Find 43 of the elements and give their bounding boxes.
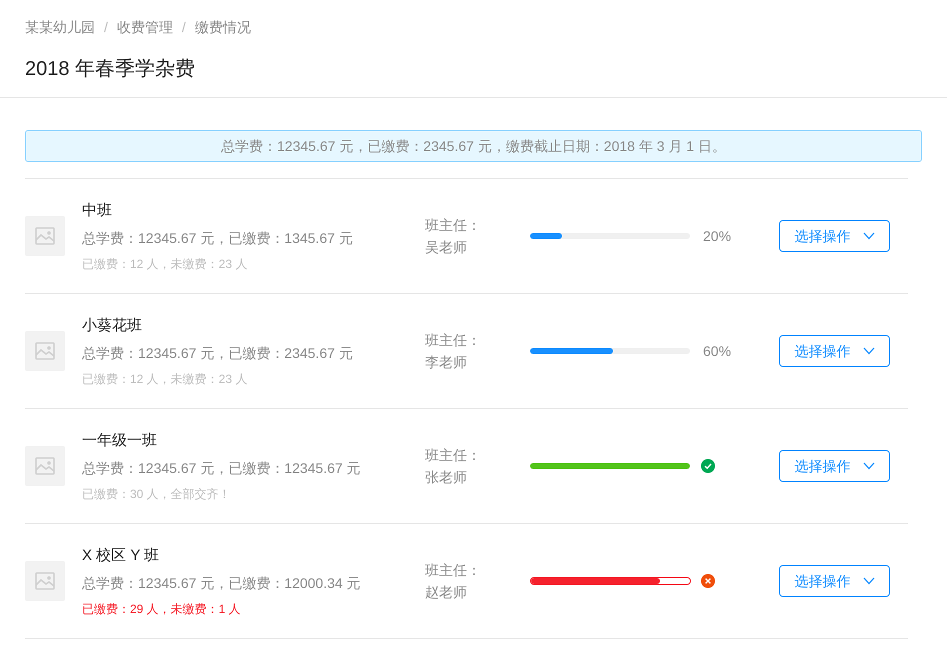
action-dropdown-button[interactable]: 选择操作	[779, 220, 890, 252]
payment-count: 已缴费：12 人，未缴费：23 人	[82, 256, 248, 272]
fee-summary: 总学费：12345.67 元，已缴费：2345.67 元	[82, 344, 353, 362]
breadcrumb-separator: /	[182, 18, 186, 36]
chevron-down-icon	[862, 577, 874, 585]
action-dropdown-button[interactable]: 选择操作	[779, 450, 890, 482]
info-banner: 总学费：12345.67 元，已缴费：2345.67 元，缴费截止日期：2018 年 3 月 1 日。	[25, 130, 922, 162]
payment-count: 已缴费：29 人，未缴费：1 人	[82, 600, 241, 618]
breadcrumb-separator: /	[104, 18, 108, 36]
payment-count: 已缴费：12 人，未缴费：23 人	[82, 370, 248, 388]
fee-summary: 总学费：12345.67 元，已缴费：1345.67 元	[82, 228, 353, 248]
success-check-icon	[701, 459, 715, 473]
image-placeholder-icon	[25, 561, 65, 601]
progress-percent: 20%	[703, 226, 732, 246]
action-dropdown-button[interactable]: 选择操作	[779, 565, 890, 597]
teacher-label: 班主任：	[425, 331, 481, 350]
image-placeholder-icon	[25, 216, 65, 256]
progress-percent: 60%	[703, 342, 732, 360]
class-name: 一年级一班	[82, 430, 157, 450]
chevron-down-icon	[862, 462, 874, 470]
breadcrumb-link[interactable]: 收费管理	[116, 16, 173, 38]
teacher-label: 班主任：	[425, 561, 481, 580]
class-name: 中班	[82, 200, 112, 220]
teacher-name: 李老师	[425, 353, 467, 372]
fee-summary: 总学费：12345.67 元，已缴费：12345.67 元	[82, 458, 361, 478]
teacher-label: 班主任：	[425, 216, 481, 235]
page-title: 2018 年春季学杂费	[25, 57, 196, 82]
class-name: 小葵花班	[82, 316, 142, 336]
error-cross-icon	[701, 574, 715, 588]
chevron-down-icon	[862, 347, 874, 355]
chevron-down-icon	[862, 232, 874, 240]
teacher-name: 吴老师	[425, 238, 467, 257]
breadcrumb-link[interactable]: 某某幼儿园	[25, 16, 95, 38]
teacher-label: 班主任：	[425, 446, 481, 465]
breadcrumb-current[interactable]: 缴费情况	[194, 16, 251, 38]
teacher-name: 张老师	[425, 468, 467, 487]
image-placeholder-icon	[25, 446, 65, 486]
payment-count: 已缴费：30 人，全部交齐！	[82, 486, 231, 502]
class-name: X 校区 Y 班	[82, 546, 160, 566]
fee-summary: 总学费：12345.67 元，已缴费：12000.34 元	[82, 574, 361, 592]
action-dropdown-button[interactable]: 选择操作	[779, 335, 890, 367]
image-placeholder-icon	[25, 331, 65, 371]
teacher-name: 赵老师	[425, 583, 467, 602]
